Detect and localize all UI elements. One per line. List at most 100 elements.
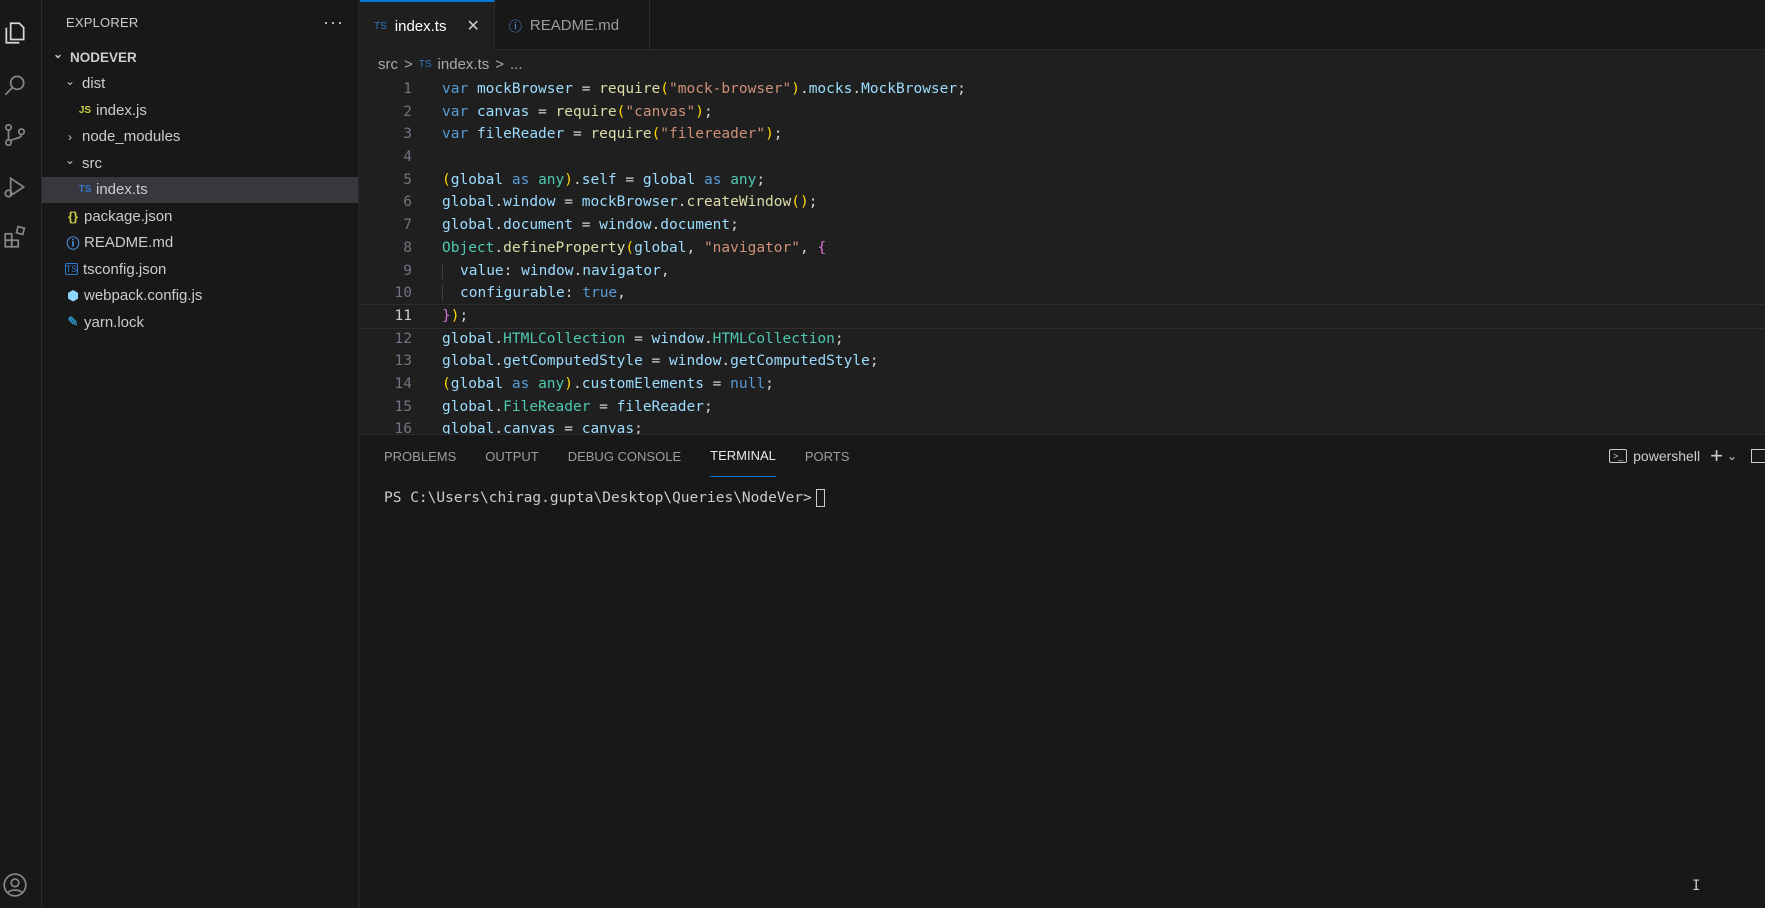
code-line[interactable]: 4 (360, 146, 1765, 169)
code-line[interactable]: 13 global.getComputedStyle = window.getCo… (360, 350, 1765, 373)
line-number: 13 (394, 353, 412, 370)
terminal-cursor (815, 489, 825, 507)
more-actions-icon[interactable]: ··· (323, 12, 344, 33)
tree-item-readme-md[interactable]: ⓘ README.md (42, 230, 358, 257)
line-number: 11 (394, 307, 412, 324)
activity-bar (0, 0, 42, 908)
json-file-icon: {} (67, 208, 79, 224)
chevron-down-icon: ⌄ (52, 47, 64, 62)
extensions-icon[interactable] (0, 222, 30, 252)
code-line[interactable]: 5 (global as any).self = global as any; (360, 169, 1765, 192)
chevron-down-icon: ⌄ (64, 153, 76, 168)
ts-file-icon: TS (374, 20, 387, 32)
line-number: 16 (394, 421, 412, 434)
code-text: (global as any).customElements = null; (442, 375, 774, 392)
tree-item-webpack-config-js[interactable]: ⬢ webpack.config.js (42, 283, 358, 310)
breadcrumb: src > TS index.ts > ... (360, 50, 1765, 78)
panel-tab-output[interactable]: OUTPUT (485, 435, 538, 477)
close-icon[interactable]: ✕ (466, 16, 479, 36)
line-number: 7 (403, 217, 412, 234)
code-line[interactable]: 2 var canvas = require("canvas"); (360, 101, 1765, 124)
tree-item-dist[interactable]: ⌄ dist (42, 71, 358, 98)
line-number: 4 (403, 149, 412, 166)
code-text: }); (442, 307, 469, 324)
account-icon[interactable] (0, 870, 30, 900)
js-file-icon: JS (78, 104, 92, 116)
code-text: global.HTMLCollection = window.HTMLColle… (442, 330, 844, 347)
code-line[interactable]: 7 global.document = window.document; (360, 214, 1765, 237)
tree-item-label: tsconfig.json (83, 260, 167, 278)
line-number: 8 (403, 239, 412, 256)
code-line[interactable]: 3 var fileReader = require("filereader"); (360, 123, 1765, 146)
code-line[interactable]: 12 global.HTMLCollection = window.HTMLCol… (360, 328, 1765, 351)
ts-file-icon: TS (418, 58, 432, 70)
source-control-icon[interactable] (0, 120, 30, 150)
terminal-output[interactable]: PS C:\Users\chirag.gupta\Desktop\Queries… (360, 477, 1765, 519)
line-number: 14 (394, 375, 412, 392)
breadcrumb-separator: > (404, 55, 413, 73)
breadcrumb-symbols[interactable]: ... (510, 56, 523, 73)
ts-file-icon: TS (78, 184, 92, 196)
code-line[interactable]: 15 global.FileReader = fileReader; (360, 396, 1765, 419)
tree-item-label: node_modules (82, 128, 181, 146)
breadcrumb-separator: > (495, 55, 505, 73)
code-text: configurable: true, (412, 282, 626, 305)
code-line[interactable]: 10 configurable: true, (360, 282, 1765, 305)
code-line[interactable]: 9 value: window.navigator, (360, 260, 1765, 283)
tree-item-tsconfig-json[interactable]: TS tsconfig.json (42, 256, 358, 283)
terminal-actions: >_ powershell + ⌄ (1609, 435, 1765, 477)
tree-item-nodever[interactable]: ⌄ NODEVER (42, 44, 358, 71)
code-line[interactable]: 11}); (360, 303, 1765, 329)
new-terminal-icon[interactable]: + (1710, 443, 1723, 469)
tab-index-ts[interactable]: TS index.ts ✕ (360, 0, 495, 50)
tree-item-label: README.md (84, 234, 174, 252)
search-icon[interactable] (0, 70, 30, 100)
panel-tab-debug-console[interactable]: DEBUG CONSOLE (568, 435, 681, 477)
terminal-shell-label[interactable]: powershell (1633, 448, 1700, 464)
code-editor[interactable]: 1 var mockBrowser = require("mock-browser… (360, 78, 1765, 434)
line-number: 6 (403, 194, 412, 211)
chevron-down-icon: ⌄ (64, 73, 76, 88)
code-text: global.canvas = canvas; (442, 421, 643, 434)
tree-item-label: NODEVER (70, 49, 137, 65)
tree-item-src[interactable]: ⌄ src (42, 150, 358, 177)
breadcrumb-folder[interactable]: src (378, 56, 398, 73)
tree-item-yarn-lock[interactable]: ✎ yarn.lock (42, 309, 358, 336)
panel-tab-ports[interactable]: PORTS (805, 435, 850, 477)
tree-item-label: package.json (84, 207, 173, 225)
tab-label: index.ts (394, 17, 447, 35)
tree-item-index-ts[interactable]: TS index.ts (42, 176, 358, 203)
code-line[interactable]: 8 Object.defineProperty(global, "navigato… (360, 237, 1765, 260)
breadcrumb-file[interactable]: index.ts (438, 56, 490, 73)
line-number: 3 (403, 126, 412, 143)
sidebar-title: EXPLORER (66, 14, 139, 30)
code-line[interactable]: 6 global.window = mockBrowser.createWindo… (360, 191, 1765, 214)
panel-tabs: PROBLEMS OUTPUT DEBUG CONSOLE TERMINAL PORTS (360, 435, 1765, 477)
tab-label: README.md (529, 16, 620, 34)
code-text: (global as any).self = global as any; (442, 171, 766, 188)
tree-item-index-js[interactable]: JS index.js (42, 97, 358, 124)
code-line[interactable]: 16 global.canvas = canvas; (360, 418, 1765, 434)
line-number: 1 (403, 81, 412, 97)
tree-item-label: index.ts (96, 181, 148, 199)
code-line[interactable]: 1 var mockBrowser = require("mock-browser… (360, 78, 1765, 101)
run-debug-icon[interactable] (0, 172, 30, 202)
code-line[interactable]: 14 (global as any).customElements = null; (360, 373, 1765, 396)
tree-item-node-modules[interactable]: › node_modules (42, 124, 358, 151)
panel-tab-problems[interactable]: PROBLEMS (384, 435, 456, 477)
panel-tab-terminal[interactable]: TERMINAL (710, 435, 776, 477)
chevron-down-icon[interactable]: ⌄ (1727, 449, 1737, 463)
tree-item-label: index.js (96, 101, 147, 119)
code-text: value: window.navigator, (412, 260, 670, 283)
code-text: Object.defineProperty(global, "navigator… (442, 239, 827, 256)
mouse-ibeam-cursor: I (1692, 878, 1701, 894)
tree-item-package-json[interactable]: {} package.json (42, 203, 358, 230)
tree-item-label: webpack.config.js (84, 287, 203, 305)
code-text: global.document = window.document; (442, 217, 739, 234)
info-file-icon: ⓘ (66, 236, 80, 252)
tab-readme-md[interactable]: ⓘ README.md (495, 0, 651, 50)
explorer-icon[interactable] (0, 18, 30, 48)
split-terminal-icon[interactable] (1751, 449, 1765, 463)
tree-item-label: src (82, 154, 102, 172)
